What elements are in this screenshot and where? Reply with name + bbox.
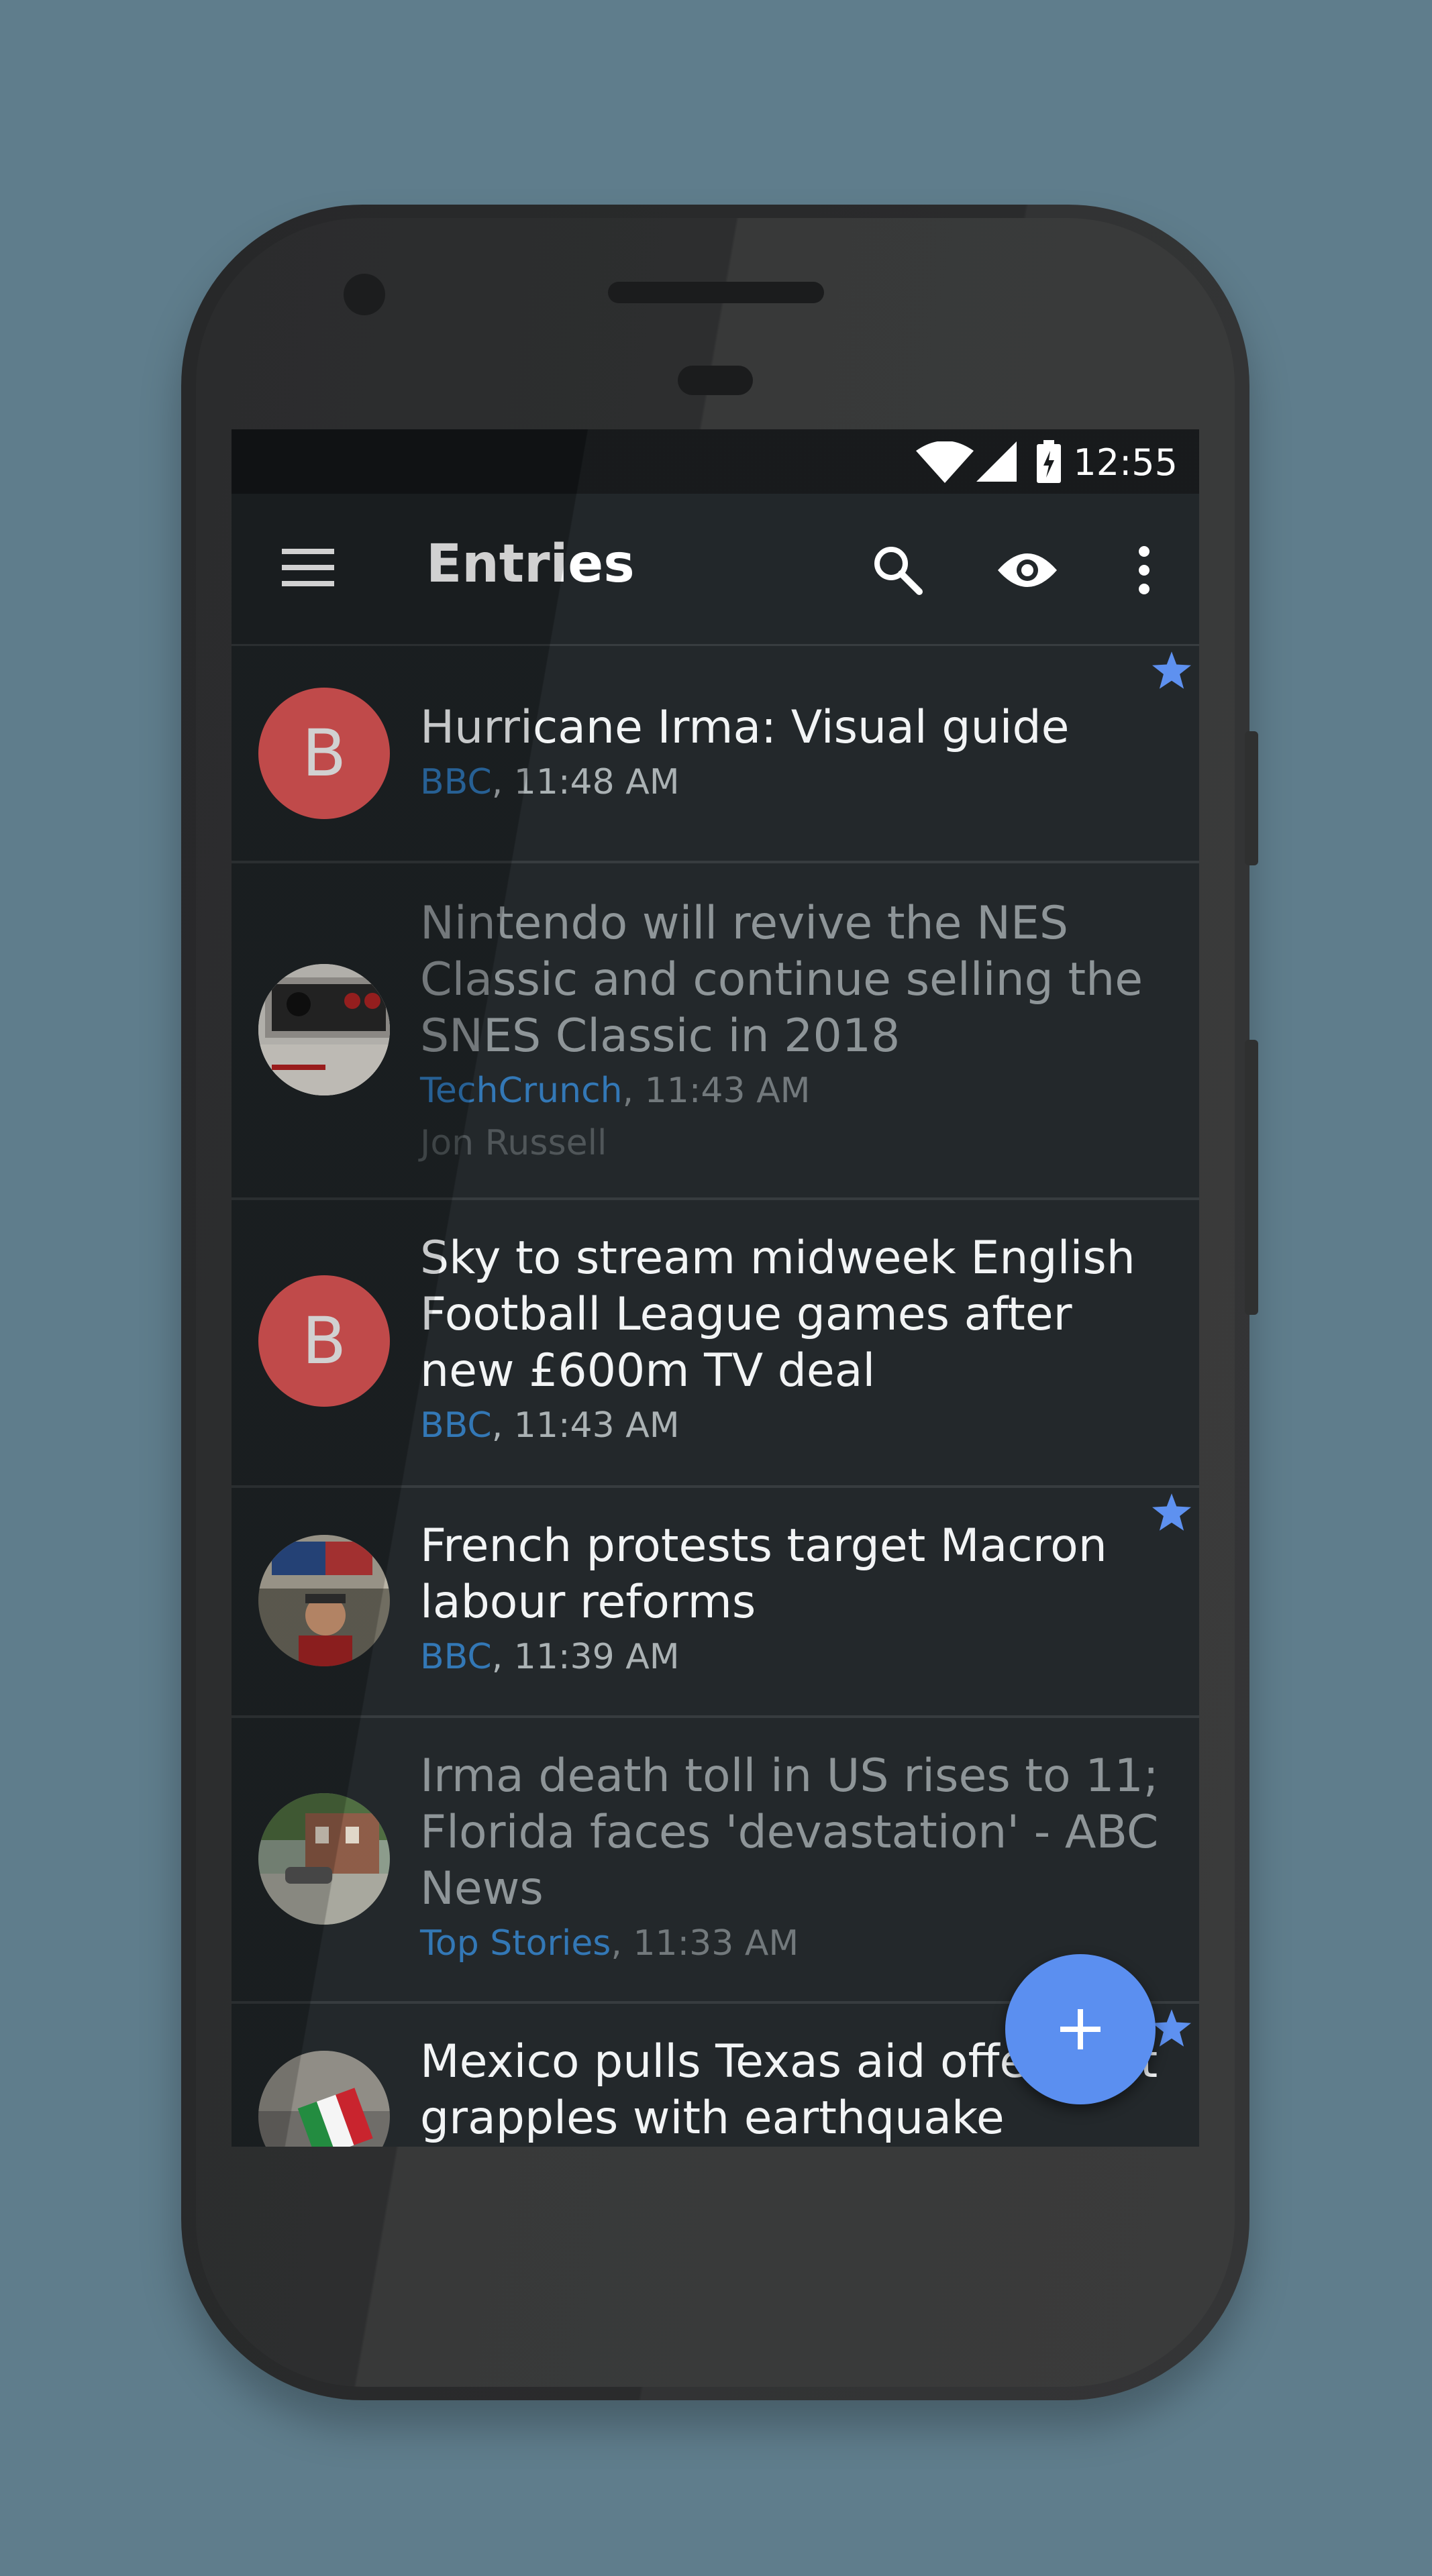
list-item[interactable]: B Hurricane Irma: Visual guide BBC, 11:4… bbox=[232, 646, 1199, 863]
thumbnail-mexico-flag bbox=[258, 2051, 390, 2147]
star-icon[interactable] bbox=[1152, 1493, 1191, 1531]
proximity-sensor bbox=[678, 366, 753, 395]
thumbnail-protest bbox=[258, 1535, 390, 1666]
entry-source[interactable]: Top Stories bbox=[420, 1923, 611, 1964]
entry-title: Nintendo will revive the NES Classic and… bbox=[420, 897, 1143, 1063]
eye-icon[interactable] bbox=[996, 550, 1058, 590]
entry-time: , 11:48 AM bbox=[491, 762, 680, 802]
wifi-icon bbox=[916, 441, 974, 483]
avatar: B bbox=[258, 688, 390, 819]
battery-icon bbox=[1037, 440, 1061, 483]
phone-side-button-bottom bbox=[1245, 1040, 1258, 1315]
screen: 12:55 Entries B Hurricane Irma: Visual g… bbox=[232, 429, 1199, 2147]
list-item[interactable]: B Sky to stream midweek English Football… bbox=[232, 1200, 1199, 1488]
cell-signal-icon bbox=[976, 441, 1017, 482]
entry-time: , 11:39 AM bbox=[491, 1637, 680, 1677]
plus-icon bbox=[1060, 2009, 1101, 2049]
entry-source[interactable]: BBC bbox=[420, 1637, 492, 1677]
phone-side-button-top bbox=[1245, 731, 1258, 865]
more-vert-icon[interactable] bbox=[1137, 545, 1151, 596]
entry-meta: BBC, 11:39 AM bbox=[420, 1631, 1159, 1683]
entry-title: Irma death toll in US rises to 11; Flori… bbox=[420, 1750, 1159, 1915]
page-title: Entries bbox=[426, 534, 635, 594]
entry-title: Sky to stream midweek English Football L… bbox=[420, 1232, 1135, 1397]
app-bar: Entries bbox=[232, 494, 1199, 646]
entry-source[interactable]: BBC bbox=[420, 762, 492, 802]
speaker-grille bbox=[608, 282, 824, 303]
entry-meta: BBC, 11:43 AM bbox=[420, 1399, 1159, 1452]
thumbnail-nes-controller bbox=[258, 964, 390, 1095]
entry-time: , 11:33 AM bbox=[611, 1923, 799, 1964]
entry-title: Hurricane Irma: Visual guide bbox=[420, 701, 1070, 754]
status-time: 12:55 bbox=[1073, 441, 1178, 484]
entry-source[interactable]: TechCrunch bbox=[420, 1071, 623, 1111]
entry-meta: BBC, 11:48 AM bbox=[420, 756, 1159, 808]
thumbnail-flood bbox=[258, 1793, 390, 1925]
list-item[interactable]: Nintendo will revive the NES Classic and… bbox=[232, 863, 1199, 1200]
entries-list: B Hurricane Irma: Visual guide BBC, 11:4… bbox=[232, 646, 1199, 2147]
add-feed-button[interactable] bbox=[1005, 1954, 1156, 2104]
menu-icon[interactable] bbox=[282, 549, 334, 586]
avatar: B bbox=[258, 1275, 390, 1407]
star-icon[interactable] bbox=[1152, 651, 1191, 689]
entry-source[interactable]: BBC bbox=[420, 1405, 492, 1446]
star-icon[interactable] bbox=[1152, 2009, 1191, 2047]
entry-time: , 11:43 AM bbox=[622, 1071, 811, 1111]
entry-title: French protests target Macron labour ref… bbox=[420, 1519, 1107, 1629]
entry-author: Jon Russell bbox=[420, 1123, 607, 1163]
list-item[interactable]: French protests target Macron labour ref… bbox=[232, 1488, 1199, 1718]
front-camera bbox=[344, 274, 385, 315]
entry-meta: TechCrunch, 11:43 AM bbox=[420, 1065, 1159, 1117]
search-icon[interactable] bbox=[872, 545, 923, 596]
entry-time: , 11:43 AM bbox=[491, 1405, 680, 1446]
status-bar: 12:55 bbox=[232, 429, 1199, 494]
